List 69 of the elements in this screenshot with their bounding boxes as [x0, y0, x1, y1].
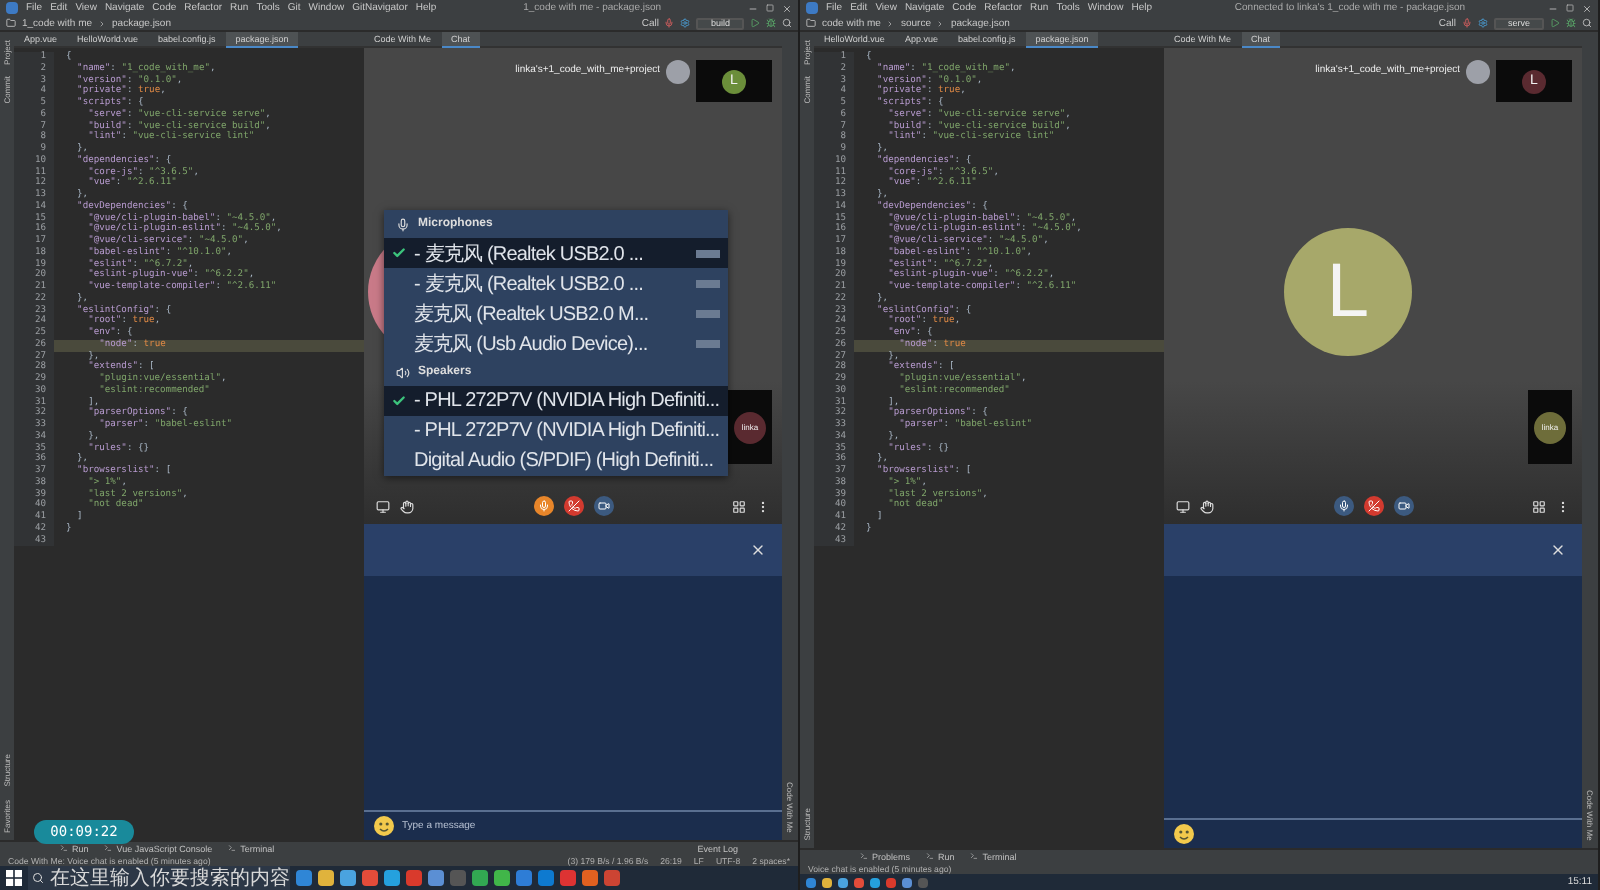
debug-icon[interactable]	[766, 18, 776, 28]
run-icon[interactable]	[1550, 18, 1560, 28]
microphone-icon	[537, 500, 549, 512]
windows-icon[interactable]	[6, 870, 22, 886]
emoji-icon[interactable]	[1174, 824, 1194, 844]
more-icon[interactable]	[1556, 499, 1570, 513]
run-icon[interactable]	[750, 18, 760, 28]
level-meter-icon	[696, 309, 720, 317]
avatar	[1466, 60, 1490, 84]
minimize-icon[interactable]	[1548, 3, 1558, 13]
app-logo-icon	[806, 2, 818, 14]
camera-button[interactable]	[593, 496, 613, 516]
microphone-button[interactable]	[533, 496, 553, 516]
search-field[interactable]: 在这里输入你要搜索的内容	[28, 866, 290, 890]
audio-device-item[interactable]: 麦克风 (Usb Audio Device)...	[384, 328, 728, 358]
audio-device-item[interactable]: - 麦克风 (Realtek USB2.0 ...	[384, 238, 728, 268]
check-icon	[392, 246, 406, 260]
settings-icon[interactable]	[680, 18, 691, 28]
terminal-icon	[926, 852, 935, 860]
debug-icon[interactable]	[1566, 18, 1576, 28]
microphone-icon[interactable]	[1461, 18, 1472, 28]
settings-icon[interactable]	[1477, 18, 1488, 28]
speaker-icon	[396, 365, 410, 379]
more-icon[interactable]	[756, 499, 770, 513]
audio-device-item[interactable]: Digital Audio (S/PDIF) (High Definiti...	[384, 446, 728, 476]
audio-device-item[interactable]: - PHL 272P7V (NVIDIA High Definiti...	[384, 416, 728, 446]
search-icon	[32, 872, 44, 884]
folder-icon	[806, 18, 816, 28]
camera-icon	[1397, 500, 1409, 512]
maximize-icon[interactable]	[1566, 4, 1574, 12]
microphone-button[interactable]	[1333, 496, 1353, 516]
level-meter-icon	[696, 279, 720, 287]
hang-up-button[interactable]	[563, 496, 583, 516]
audio-device-item[interactable]: - PHL 272P7V (NVIDIA High Definiti...	[384, 386, 728, 416]
phone-icon	[1367, 500, 1379, 512]
phone-icon	[567, 500, 579, 512]
screen-share-icon[interactable]	[1176, 499, 1190, 513]
camera-icon	[597, 500, 609, 512]
avatar	[666, 60, 690, 84]
search-icon[interactable]	[1582, 18, 1592, 28]
app-logo-icon	[6, 2, 18, 14]
microphone-icon	[1337, 500, 1349, 512]
close-icon[interactable]	[750, 542, 766, 558]
terminal-icon	[60, 844, 68, 852]
terminal-icon	[860, 852, 868, 860]
level-meter-icon	[696, 339, 720, 347]
microphone-icon[interactable]	[664, 18, 675, 28]
hang-up-button[interactable]	[1363, 496, 1383, 516]
minimize-icon[interactable]	[748, 3, 758, 13]
camera-button[interactable]	[1393, 496, 1413, 516]
microphone-icon	[396, 217, 410, 231]
grid-view-icon[interactable]	[1532, 499, 1546, 513]
avatar: L	[1284, 228, 1412, 356]
audio-device-item[interactable]: 麦克风 (Realtek USB2.0 M...	[384, 298, 728, 328]
level-meter-icon	[696, 249, 720, 257]
emoji-icon[interactable]	[374, 816, 394, 836]
raise-hand-icon[interactable]	[400, 499, 414, 513]
maximize-icon[interactable]	[766, 4, 774, 12]
audio-device-item[interactable]: - 麦克风 (Realtek USB2.0 ...	[384, 268, 728, 298]
search-icon[interactable]	[782, 18, 792, 28]
close-icon[interactable]	[1550, 542, 1566, 558]
screen-share-icon[interactable]	[376, 499, 390, 513]
terminal-icon	[228, 844, 237, 852]
folder-icon	[6, 18, 16, 28]
grid-view-icon[interactable]	[732, 499, 746, 513]
terminal-icon	[970, 852, 979, 860]
check-icon	[392, 394, 406, 408]
raise-hand-icon[interactable]	[1200, 499, 1214, 513]
terminal-icon	[104, 844, 113, 852]
